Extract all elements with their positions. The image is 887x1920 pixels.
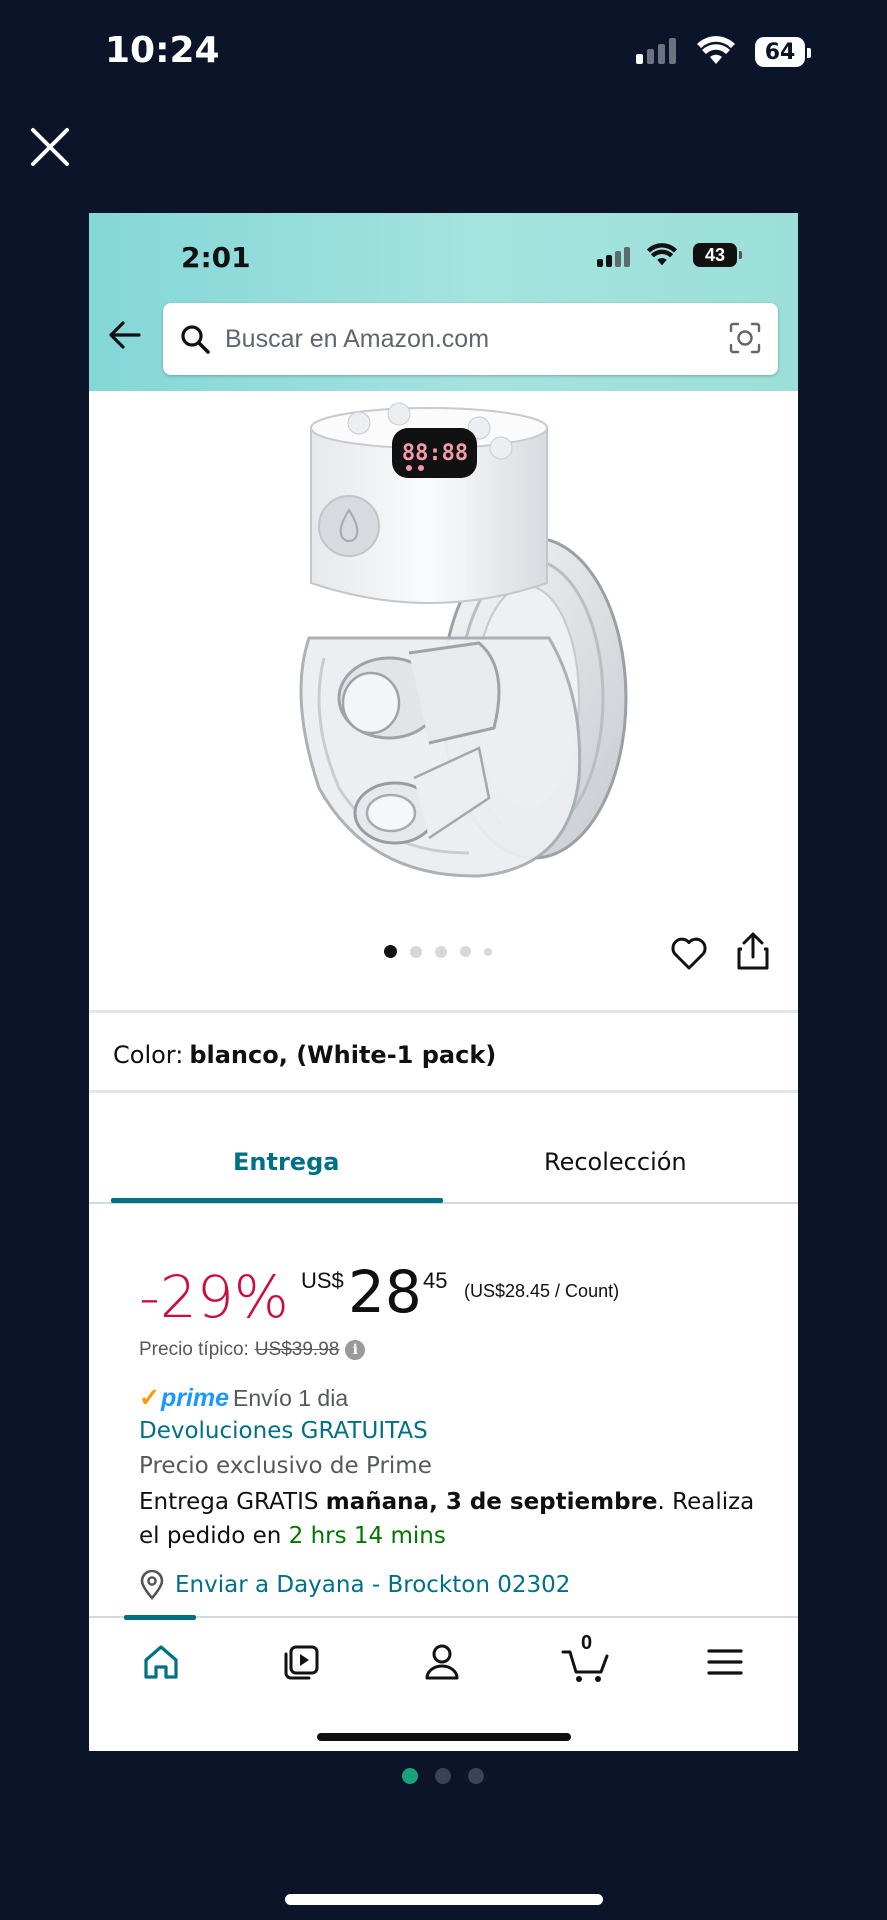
typical-price-label: Precio típico: xyxy=(139,1339,249,1360)
page-dot-active[interactable] xyxy=(402,1768,418,1784)
inner-status-time: 2:01 xyxy=(181,241,251,274)
app-header: 2:01 43 Buscar en Amazon.com xyxy=(89,213,798,391)
outer-status-bar: 10:24 64 xyxy=(0,0,887,110)
battery-indicator: 64 xyxy=(755,37,811,67)
delivery-prefix: Entrega GRATIS xyxy=(139,1489,326,1515)
location-pin-icon xyxy=(140,1570,164,1600)
search-placeholder: Buscar en Amazon.com xyxy=(225,325,490,353)
account-icon[interactable] xyxy=(420,1640,464,1684)
price-fraction: 45 xyxy=(423,1268,448,1293)
unit-price: (US$28.45 / Count) xyxy=(464,1281,620,1301)
bottom-navigation: 0 xyxy=(89,1615,798,1751)
inner-cellular-signal-icon xyxy=(597,247,630,267)
share-icon[interactable] xyxy=(735,931,771,971)
cart-count: 0 xyxy=(581,1632,593,1654)
deliver-to-location[interactable]: Enviar a Dayana - Brockton 02302 xyxy=(139,1570,570,1600)
color-value: blanco, (White-1 pack) xyxy=(189,1041,497,1069)
info-icon[interactable]: i xyxy=(345,1340,366,1360)
page-dot[interactable] xyxy=(468,1768,484,1784)
heart-icon[interactable] xyxy=(669,933,709,973)
image-carousel-dots[interactable] xyxy=(384,945,492,958)
color-label: Color: xyxy=(113,1041,184,1069)
app-screenshot: 2:01 43 Buscar en Amazon.com 88:88 Color… xyxy=(89,213,798,1751)
price-currency: US$ xyxy=(301,1268,344,1293)
carousel-dot[interactable] xyxy=(435,945,447,958)
prime-logo-text: prime xyxy=(160,1383,230,1412)
carousel-dot[interactable] xyxy=(410,945,422,958)
prime-shipping-text: Envío 1 dia xyxy=(233,1384,349,1411)
status-time: 10:24 xyxy=(105,30,220,71)
menu-icon[interactable] xyxy=(703,1640,747,1684)
page-dot[interactable] xyxy=(435,1768,451,1784)
wifi-icon xyxy=(697,36,735,64)
svg-text:88:88: 88:88 xyxy=(402,441,468,466)
typical-price-value: US$39.98 xyxy=(254,1339,340,1360)
divider xyxy=(89,1090,798,1093)
delivery-countdown: 2 hrs 14 mins xyxy=(288,1523,446,1549)
prime-logo: ✓ prime xyxy=(139,1383,229,1413)
price-whole: 28 xyxy=(348,1258,422,1326)
cellular-signal-icon xyxy=(636,38,676,64)
video-icon[interactable] xyxy=(279,1640,323,1684)
tab-recoleccion[interactable]: Recolección xyxy=(544,1148,687,1176)
inner-battery-indicator: 43 xyxy=(693,243,742,267)
active-tab-indicator xyxy=(111,1198,443,1203)
location-text: Enviar a Dayana - Brockton 02302 xyxy=(175,1572,571,1598)
home-indicator[interactable] xyxy=(285,1894,603,1905)
carousel-dot-active[interactable] xyxy=(384,945,397,958)
product-image[interactable]: 88:88 xyxy=(249,398,639,903)
delivery-info: Entrega GRATIS mañana, 3 de septiembre. … xyxy=(139,1485,759,1553)
back-arrow-icon[interactable] xyxy=(107,317,143,353)
prime-check-icon: ✓ xyxy=(139,1384,160,1412)
carousel-dot[interactable] xyxy=(460,946,471,957)
inner-wifi-icon xyxy=(646,243,678,266)
carousel-dot[interactable] xyxy=(484,947,492,956)
free-returns-link[interactable]: Devoluciones GRATUITAS xyxy=(139,1418,428,1444)
discount-percent: -29% xyxy=(139,1263,289,1331)
color-selection[interactable]: Color: blanco, (White-1 pack) xyxy=(113,1041,496,1069)
home-tab-indicator xyxy=(124,1615,196,1620)
prime-shipping: ✓ prime Envío 1 dia xyxy=(139,1383,348,1413)
typical-price: Precio típico: US$39.98 i xyxy=(139,1339,366,1361)
search-icon xyxy=(181,325,210,354)
camera-lens-icon[interactable] xyxy=(728,321,762,355)
close-icon[interactable] xyxy=(28,125,72,169)
tab-entrega[interactable]: Entrega xyxy=(233,1148,339,1176)
inner-home-indicator xyxy=(317,1733,571,1741)
prime-exclusive-price: Precio exclusivo de Prime xyxy=(139,1453,432,1479)
divider xyxy=(89,1010,798,1013)
search-input[interactable]: Buscar en Amazon.com xyxy=(163,303,778,375)
home-icon[interactable] xyxy=(139,1640,183,1684)
delivery-date: mañana, 3 de septiembre xyxy=(325,1489,658,1515)
viewer-page-dots[interactable] xyxy=(402,1768,484,1784)
